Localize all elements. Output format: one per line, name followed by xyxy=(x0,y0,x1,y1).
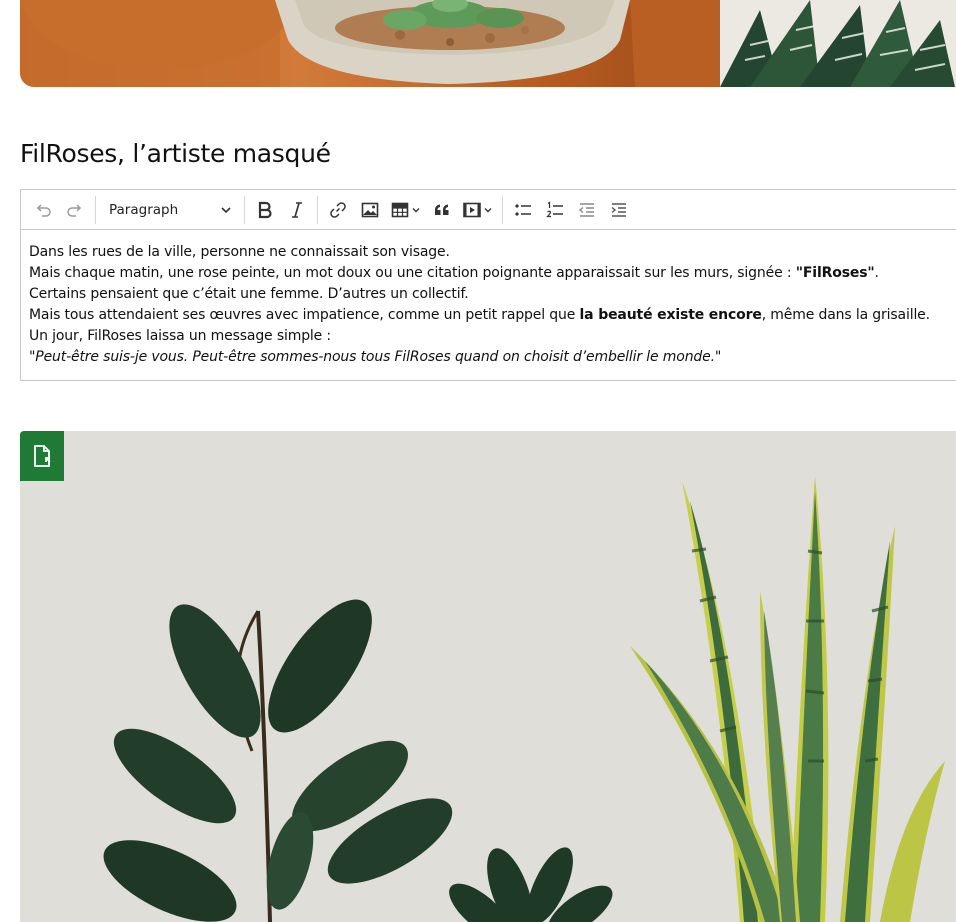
insert-table-button[interactable] xyxy=(386,194,426,226)
insert-media-button[interactable] xyxy=(458,194,498,226)
text-line: Dans les rues de la ville, personne ne c… xyxy=(29,244,450,260)
toolbar-separator xyxy=(502,195,503,224)
toolbar-separator xyxy=(244,195,245,224)
bold-text: la beauté existe encore xyxy=(579,307,762,323)
file-replace-icon xyxy=(34,445,51,467)
blockquote-icon xyxy=(435,204,449,215)
redo-icon xyxy=(67,203,82,217)
text-line: Certains pensaient que c’était une femme… xyxy=(29,286,469,302)
editor-content[interactable]: Dans les rues de la ville, personne ne c… xyxy=(21,230,956,368)
bold-icon xyxy=(258,201,272,218)
outdent-button[interactable] xyxy=(571,194,603,226)
numbered-list-icon xyxy=(546,200,563,217)
bulleted-list-button[interactable] xyxy=(507,194,539,226)
hero-image xyxy=(20,0,956,87)
link-icon xyxy=(330,201,346,218)
plant-image xyxy=(20,431,956,922)
paragraph: "Peut-être suis-je vous. Peut-être somme… xyxy=(29,347,952,368)
outdent-icon xyxy=(578,202,594,217)
paragraph: Dans les rues de la ville, personne ne c… xyxy=(29,242,952,263)
text-line: Un jour, FilRoses laissa un message simp… xyxy=(29,328,332,344)
bold-text: "FilRoses" xyxy=(795,265,875,281)
chevron-down-icon xyxy=(412,207,420,212)
succulent-pots-image xyxy=(20,0,956,87)
bulleted-list-icon xyxy=(515,203,531,216)
italic-quote: "Peut-être suis-je vous. Peut-être somme… xyxy=(29,349,722,365)
italic-icon xyxy=(292,201,302,218)
bold-button[interactable] xyxy=(249,194,281,226)
undo-icon xyxy=(36,203,51,217)
undo-button[interactable] xyxy=(27,194,59,226)
indent-icon xyxy=(611,202,626,217)
media-icon xyxy=(463,202,481,217)
blockquote-button[interactable] xyxy=(426,194,458,226)
text-line: Mais tous attendaient ses œuvres avec im… xyxy=(29,307,580,323)
numbered-list-button[interactable] xyxy=(539,194,571,226)
toolbar-separator xyxy=(317,195,318,224)
link-button[interactable] xyxy=(322,194,354,226)
editor-toolbar: Paragraph xyxy=(21,190,956,230)
rich-text-editor: Paragraph Dans les rues de la ville, per… xyxy=(20,189,956,381)
paragraph: Mais chaque matin, une rose peinte, un m… xyxy=(29,263,952,284)
image-icon xyxy=(361,202,379,217)
text-line: Mais chaque matin, une rose peinte, un m… xyxy=(29,265,796,281)
heading-dropdown[interactable]: Paragraph xyxy=(100,194,240,226)
redo-button[interactable] xyxy=(59,194,91,226)
chevron-down-icon xyxy=(221,206,231,213)
replace-file-button[interactable] xyxy=(20,431,64,481)
text-line: , même dans la grisaille. xyxy=(761,307,930,323)
italic-button[interactable] xyxy=(281,194,313,226)
indent-button[interactable] xyxy=(603,194,635,226)
insert-image-button[interactable] xyxy=(354,194,386,226)
chevron-down-icon xyxy=(484,207,492,212)
paragraph: Mais tous attendaient ses œuvres avec im… xyxy=(29,305,952,326)
house-plants-image xyxy=(20,431,956,922)
text-line: . xyxy=(874,265,879,281)
heading-dropdown-value: Paragraph xyxy=(109,201,179,218)
table-icon xyxy=(391,202,409,217)
toolbar-separator xyxy=(95,195,96,224)
section-title: FilRoses, l’artiste masqué xyxy=(20,139,331,168)
paragraph: Un jour, FilRoses laissa un message simp… xyxy=(29,326,952,347)
paragraph: Certains pensaient que c’était une femme… xyxy=(29,284,952,305)
